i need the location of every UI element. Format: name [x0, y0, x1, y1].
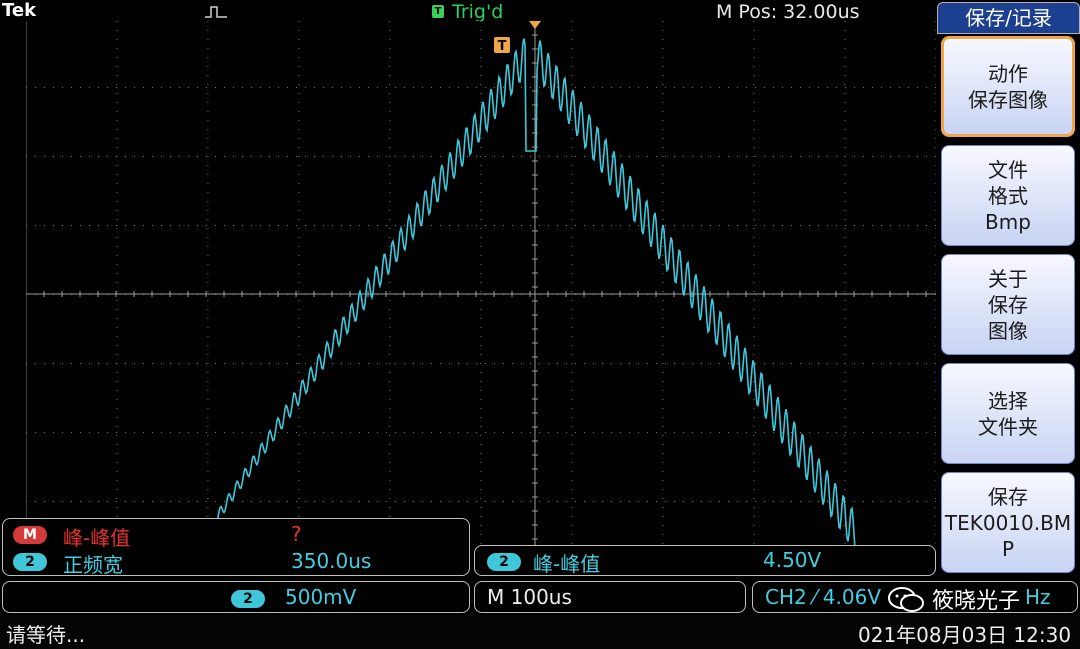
ch2-pp-label: 峰-峰值: [533, 552, 601, 576]
ch2-measure-value: 350.0us: [291, 549, 372, 573]
trigger-status: Trig'd: [452, 1, 504, 23]
waveform-display[interactable]: T: [26, 21, 936, 576]
side-menu: 保存/记录 动作 保存图像 文件 格式 Bmp 关于 保存 图像 选择 文件夹 保存 TEK0…: [937, 2, 1080, 577]
ch2-volts-div: 500mV: [285, 585, 357, 609]
menu-line: 保存图像: [968, 87, 1048, 112]
menu-line: 关于: [988, 266, 1028, 291]
menu-line: 选择: [988, 388, 1028, 413]
menu-save-file[interactable]: 保存 TEK0010.BM P: [941, 472, 1075, 573]
menu-line: Bmp: [985, 209, 1031, 234]
menu-title: 保存/记录: [937, 2, 1080, 34]
status-message: 请等待...: [6, 623, 86, 647]
trigger-level: CH2 ⁄ 4.06V: [765, 585, 881, 609]
math-measure-label: 峰-峰值: [63, 526, 131, 550]
measurement-panel-right[interactable]: 2 峰-峰值 4.50V: [474, 545, 936, 576]
trigger-status-icon: T: [432, 5, 444, 18]
menu-line: 保存: [987, 484, 1028, 509]
brand-logo: Tek: [2, 0, 37, 21]
menu-line: 文件夹: [978, 414, 1038, 439]
math-badge: M: [13, 524, 47, 544]
menu-select-folder[interactable]: 选择 文件夹: [941, 363, 1075, 464]
timebase-panel[interactable]: M 100us: [474, 581, 746, 613]
menu-line: 格式: [988, 183, 1028, 208]
watermark: 筱晓光子: [886, 584, 1020, 614]
status-bar: 请等待... 021年08月03日 12:30: [0, 614, 1080, 649]
date-time: 021年08月03日 12:30: [858, 623, 1072, 647]
menu-action-save-image[interactable]: 动作 保存图像: [941, 36, 1075, 137]
ch2-badge: 2: [13, 551, 47, 571]
math-measure-value: ?: [291, 522, 302, 546]
ch2-badge: 2: [231, 588, 265, 608]
ch2-measure-label: 正频宽: [63, 553, 123, 577]
menu-line: 文件: [988, 157, 1028, 182]
menu-line: TEK0010.BM: [944, 510, 1072, 535]
timebase: M 100us: [487, 585, 572, 609]
watermark-text: 筱晓光子: [932, 589, 1021, 614]
wechat-icon: [888, 587, 924, 612]
menu-line: 保存: [988, 292, 1028, 317]
menu-line: 动作: [988, 61, 1028, 86]
frequency-readout: Hz: [1025, 585, 1051, 609]
menu-about-save-image[interactable]: 关于 保存 图像: [941, 254, 1075, 355]
ch2-badge: 2: [487, 551, 521, 571]
horizontal-position: M Pos: 32.00us: [716, 1, 860, 23]
menu-file-format[interactable]: 文件 格式 Bmp: [941, 145, 1075, 246]
svg-text:T: T: [498, 39, 507, 54]
measurement-panel[interactable]: M 峰-峰值 ? 2 正频宽 350.0us: [2, 518, 470, 577]
menu-line: P: [1001, 536, 1015, 561]
menu-line: 图像: [988, 318, 1028, 343]
acquisition-pulse-icon: [205, 6, 227, 18]
ch2-pp-value: 4.50V: [763, 548, 822, 572]
channel-scale-panel[interactable]: 2 500mV: [2, 581, 470, 613]
